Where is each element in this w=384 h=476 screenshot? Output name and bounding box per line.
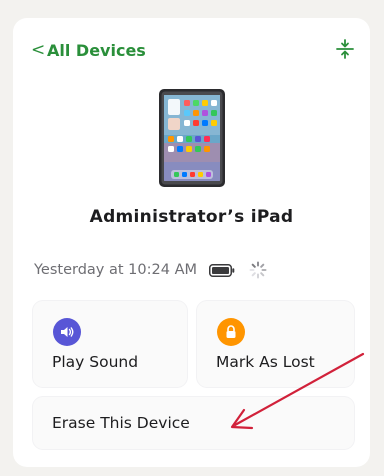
last-seen-time: Yesterday at 10:24 AM — [34, 262, 198, 278]
device-status-row: Yesterday at 10:24 AM — [34, 261, 267, 279]
lock-icon — [226, 325, 236, 338]
erase-device-button[interactable]: Erase This Device — [33, 397, 354, 449]
collapse-icon[interactable] — [334, 38, 356, 60]
all-devices-back-link[interactable]: < All Devices — [31, 40, 146, 60]
chevron-left-icon: < — [31, 40, 46, 60]
erase-device-label: Erase This Device — [52, 414, 190, 432]
device-name: Administrator’s iPad — [89, 207, 294, 227]
play-sound-icon-badge — [53, 318, 81, 346]
device-card: < All Devices Administrator’s iPad Yeste… — [13, 18, 370, 467]
loading-spinner-icon — [249, 261, 267, 279]
play-sound-button[interactable]: Play Sound — [33, 301, 187, 387]
back-link-label: All Devices — [47, 40, 146, 60]
mark-as-lost-label: Mark As Lost — [216, 353, 315, 371]
mark-as-lost-button[interactable]: Mark As Lost — [197, 301, 354, 387]
mark-as-lost-icon-badge — [217, 318, 245, 346]
ipad-icon — [159, 89, 225, 187]
speaker-icon — [61, 327, 74, 337]
play-sound-label: Play Sound — [52, 353, 139, 371]
battery-icon — [209, 263, 235, 277]
